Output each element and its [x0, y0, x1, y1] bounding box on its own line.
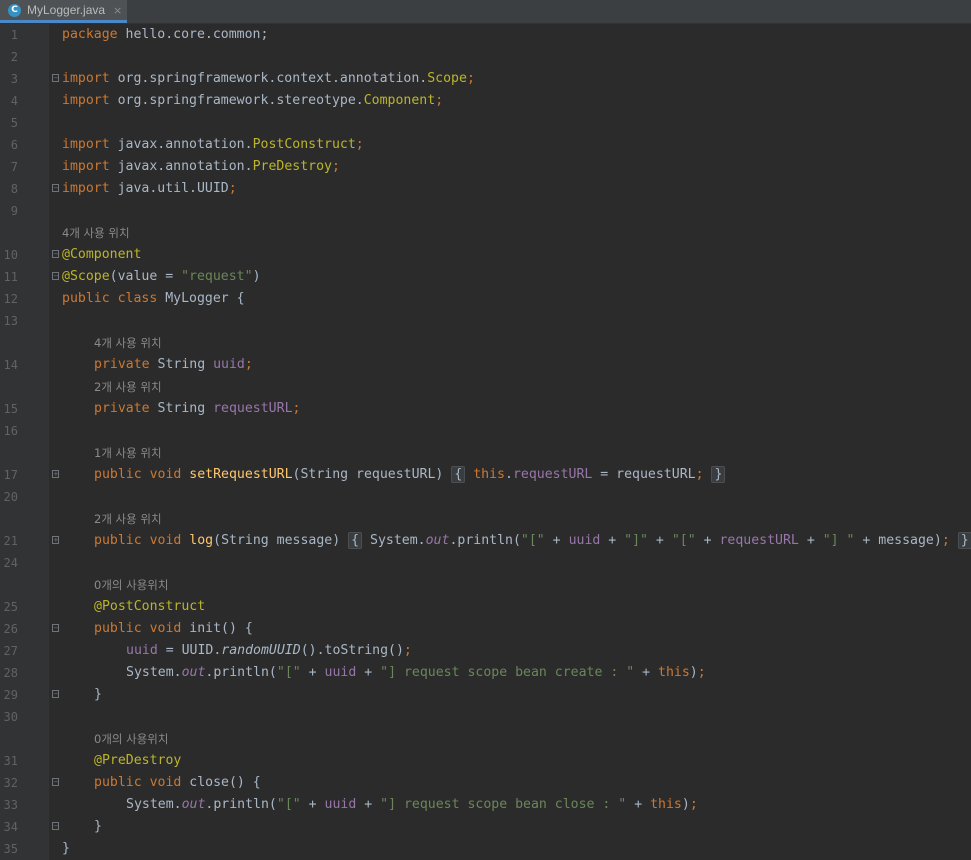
line-number: 2: [10, 50, 18, 64]
line-number: 30: [3, 710, 18, 724]
usage-hint: 4개 사용 위치: [0, 222, 971, 244]
code-line-34: 34 − }: [0, 816, 971, 838]
line-number: 10: [3, 248, 18, 262]
folded-block[interactable]: }: [711, 466, 726, 483]
code-line-28: 28 System.out.println("[" + uuid + "] re…: [0, 662, 971, 684]
code-line-5: 5: [0, 112, 971, 134]
usage-hint: 2개 사용 위치: [0, 508, 971, 530]
usage-hint: 0개의 사용위치: [0, 574, 971, 596]
line-number: 31: [3, 754, 18, 768]
folded-block[interactable]: }: [957, 532, 971, 549]
code-line-35: 35 }: [0, 838, 971, 860]
fold-toggle-icon[interactable]: −: [52, 250, 59, 258]
line-number: 32: [3, 776, 18, 790]
code-line-33: 33 System.out.println("[" + uuid + "] re…: [0, 794, 971, 816]
usage-hint: 2개 사용 위치: [0, 376, 971, 398]
usage-hint-text[interactable]: 4개 사용 위치: [94, 332, 162, 354]
line-number: 29: [3, 688, 18, 702]
code-line-6: 6 import javax.annotation.PostConstruct;: [0, 134, 971, 156]
line-number: 28: [3, 666, 18, 680]
line-number: 1: [10, 28, 18, 42]
code-line-4: 4 import org.springframework.stereotype.…: [0, 90, 971, 112]
code-lines: 1 package hello.core.common; 2 3 − impor…: [0, 24, 971, 860]
code-editor[interactable]: 1 package hello.core.common; 2 3 − impor…: [0, 24, 971, 860]
folded-block[interactable]: {: [348, 532, 363, 549]
code-line-7: 7 import javax.annotation.PreDestroy;: [0, 156, 971, 178]
line-number: 20: [3, 490, 18, 504]
folded-block[interactable]: {: [451, 466, 466, 483]
code-line-9: 9: [0, 200, 971, 222]
line-number: 33: [3, 798, 18, 812]
java-class-icon: C: [8, 3, 21, 17]
code-line-14: 14 private String uuid;: [0, 354, 971, 376]
line-number: 25: [3, 600, 18, 614]
code-line-10: 10 − @Component: [0, 244, 971, 266]
usage-hint-text[interactable]: 4개 사용 위치: [62, 222, 130, 244]
code-line-29: 29 − }: [0, 684, 971, 706]
editor-tab-bar: C MyLogger.java ×: [0, 0, 971, 24]
fold-toggle-icon[interactable]: −: [52, 624, 59, 632]
usage-hint-text[interactable]: 1개 사용 위치: [94, 442, 162, 464]
code-line-13: 13: [0, 310, 971, 332]
code-line-2: 2: [0, 46, 971, 68]
fold-toggle-icon[interactable]: −: [52, 272, 59, 280]
code-line-3: 3 − import org.springframework.context.a…: [0, 68, 971, 90]
code-line-15: 15 private String requestURL;: [0, 398, 971, 420]
code-line-31: 31 @PreDestroy: [0, 750, 971, 772]
usage-hint: 4개 사용 위치: [0, 332, 971, 354]
line-number: 14: [3, 358, 18, 372]
close-tab-icon[interactable]: ×: [113, 4, 122, 17]
line-number: 5: [10, 116, 18, 130]
line-number: 26: [3, 622, 18, 636]
usage-hint-text[interactable]: 0개의 사용위치: [94, 728, 168, 750]
usage-hint-text[interactable]: 2개 사용 위치: [94, 508, 162, 530]
fold-toggle-icon[interactable]: −: [52, 822, 59, 830]
line-number: 34: [3, 820, 18, 834]
line-number: 24: [3, 556, 18, 570]
line-number: 4: [10, 94, 18, 108]
line-number: 12: [3, 292, 18, 306]
code-line-30: 30: [0, 706, 971, 728]
fold-toggle-icon[interactable]: +: [52, 536, 59, 544]
fold-toggle-icon[interactable]: −: [52, 690, 59, 698]
code-line-27: 27 uuid = UUID.randomUUID().toString();: [0, 640, 971, 662]
code-line-8: 8 − import java.util.UUID;: [0, 178, 971, 200]
line-number: 35: [3, 842, 18, 856]
fold-toggle-icon[interactable]: −: [52, 778, 59, 786]
code-line-16: 16: [0, 420, 971, 442]
code-line-32: 32 − public void close() {: [0, 772, 971, 794]
tab-title: MyLogger.java: [27, 3, 106, 17]
code-line-26: 26 − public void init() {: [0, 618, 971, 640]
line-number: 17: [3, 468, 18, 482]
line-number: 6: [10, 138, 18, 152]
code-line-21: 21 + public void log(String message) { S…: [0, 530, 971, 552]
line-number: 9: [10, 204, 18, 218]
line-number: 7: [10, 160, 18, 174]
usage-hint-text[interactable]: 2개 사용 위치: [94, 376, 162, 398]
tab-mylogger-java[interactable]: C MyLogger.java ×: [0, 0, 127, 23]
code-line-1: 1 package hello.core.common;: [0, 24, 971, 46]
fold-toggle-icon[interactable]: +: [52, 470, 59, 478]
code-line-24: 24: [0, 552, 971, 574]
usage-hint-text[interactable]: 0개의 사용위치: [94, 574, 168, 596]
code-line-17: 17 + public void setRequestURL(String re…: [0, 464, 971, 486]
line-number: 3: [10, 72, 18, 86]
line-number: 27: [3, 644, 18, 658]
usage-hint: 1개 사용 위치: [0, 442, 971, 464]
line-number: 16: [3, 424, 18, 438]
code-line-25: 25 @PostConstruct: [0, 596, 971, 618]
code-line-12: 12 public class MyLogger {: [0, 288, 971, 310]
usage-hint: 0개의 사용위치: [0, 728, 971, 750]
line-number: 8: [10, 182, 18, 196]
fold-toggle-icon[interactable]: −: [52, 74, 59, 82]
line-number: 11: [3, 270, 18, 284]
line-number: 21: [3, 534, 18, 548]
line-number: 15: [3, 402, 18, 416]
line-number: 13: [3, 314, 18, 328]
code-line-20: 20: [0, 486, 971, 508]
fold-toggle-icon[interactable]: −: [52, 184, 59, 192]
code-line-11: 11 − @Scope(value = "request"): [0, 266, 971, 288]
